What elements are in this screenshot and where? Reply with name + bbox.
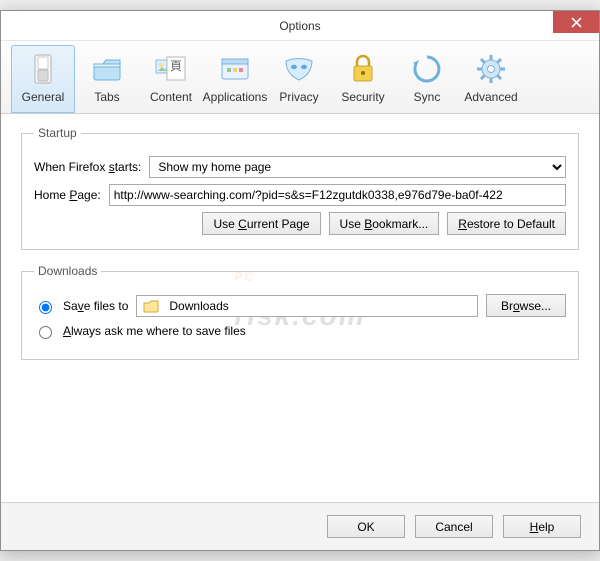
tab-advanced-label: Advanced: [464, 90, 517, 104]
download-path-text: [165, 297, 471, 315]
tab-tabs-label: Tabs: [94, 90, 119, 104]
folder-small-icon: [143, 299, 159, 313]
save-files-to-radio[interactable]: [39, 301, 52, 314]
startup-group: Startup When Firefox starts: Show my hom…: [21, 126, 579, 250]
tab-applications[interactable]: Applications: [203, 45, 267, 113]
gear-icon: [474, 52, 508, 86]
applications-icon: [218, 52, 252, 86]
options-content: Startup When Firefox starts: Show my hom…: [1, 114, 599, 502]
tab-content[interactable]: 頁 Content: [139, 45, 203, 113]
content-icon: 頁: [154, 52, 188, 86]
home-page-input[interactable]: [109, 184, 566, 206]
svg-text:頁: 頁: [170, 59, 182, 73]
close-button[interactable]: [553, 11, 599, 33]
sync-icon: [410, 52, 444, 86]
always-ask-label: Always ask me where to save files: [63, 324, 246, 338]
tab-privacy[interactable]: Privacy: [267, 45, 331, 113]
browse-button[interactable]: Browse...: [486, 294, 566, 317]
lock-icon: [346, 52, 380, 86]
home-page-label: Home Page:: [34, 188, 101, 202]
help-button[interactable]: Help: [503, 515, 581, 538]
cancel-button[interactable]: Cancel: [415, 515, 493, 538]
tab-tabs[interactable]: Tabs: [75, 45, 139, 113]
when-firefox-starts-label: When Firefox starts:: [34, 160, 141, 174]
restore-default-button[interactable]: Restore to Default: [447, 212, 566, 235]
tab-sync[interactable]: Sync: [395, 45, 459, 113]
titlebar: Options: [1, 11, 599, 41]
dialog-footer: OK Cancel Help: [1, 502, 599, 550]
save-files-to-label: Save files to: [63, 299, 128, 313]
tab-general[interactable]: General: [11, 45, 75, 113]
downloads-group: Downloads Save files to Browse... Always…: [21, 264, 579, 360]
when-firefox-starts-select[interactable]: Show my home page: [149, 156, 566, 178]
downloads-legend: Downloads: [34, 264, 101, 278]
always-ask-radio[interactable]: [39, 326, 52, 339]
tab-advanced[interactable]: Advanced: [459, 45, 523, 113]
use-current-page-button[interactable]: Use Current Page: [202, 212, 320, 235]
ok-button[interactable]: OK: [327, 515, 405, 538]
tab-applications-label: Applications: [203, 90, 268, 104]
tab-content-label: Content: [150, 90, 192, 104]
use-bookmark-button[interactable]: Use Bookmark...: [329, 212, 440, 235]
mask-icon: [282, 52, 316, 86]
close-icon: [571, 17, 582, 28]
window-title: Options: [1, 19, 599, 33]
tab-security-label: Security: [341, 90, 384, 104]
tab-privacy-label: Privacy: [279, 90, 318, 104]
options-window: PCrisk.com Options General Tabs 頁 Conten…: [0, 10, 600, 551]
tab-general-label: General: [22, 90, 65, 104]
switch-icon: [26, 52, 60, 86]
tab-sync-label: Sync: [414, 90, 441, 104]
options-toolbar: General Tabs 頁 Content Applications Priv…: [1, 41, 599, 114]
tab-security[interactable]: Security: [331, 45, 395, 113]
startup-legend: Startup: [34, 126, 81, 140]
download-path-field: [136, 295, 478, 317]
folder-icon: [90, 52, 124, 86]
